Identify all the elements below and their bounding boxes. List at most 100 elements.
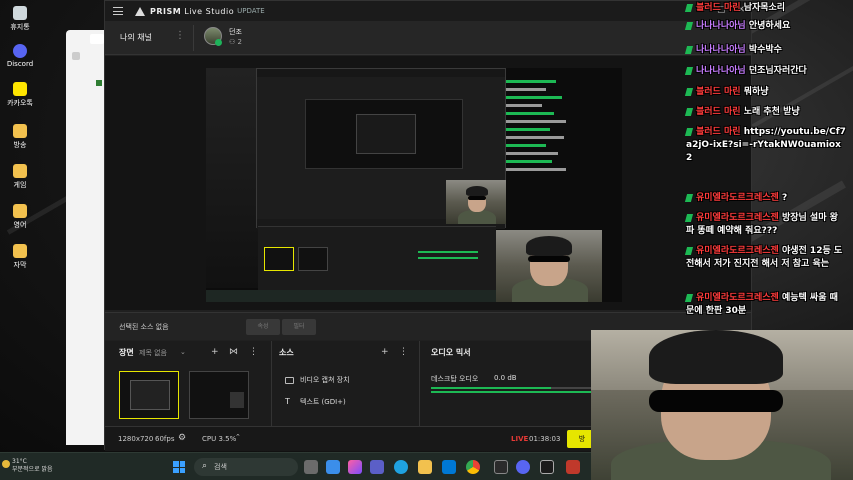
platform-badge-icon xyxy=(215,39,222,46)
chrome-icon[interactable] xyxy=(466,460,480,474)
title-bar: PRISM Live Studio UPDATE — ▢ ✕ xyxy=(105,1,751,21)
chat-message: 블러드 마린 뭐하냥 xyxy=(684,86,846,99)
chat-message: 블러드 마린 남자목소리 xyxy=(684,2,846,15)
chat-message: 유미엘라도르크레스젠 방장님 설마 왕파 똥떼 예약해 줘요??? xyxy=(684,212,846,238)
filters-button[interactable]: 필터 xyxy=(282,319,316,335)
desktop-icon-kakaotalk[interactable]: 카카오톡 xyxy=(4,82,36,108)
captured-taskbar xyxy=(206,290,496,302)
browser-tab[interactable] xyxy=(90,34,104,44)
chat-nick: 나나나나아님 xyxy=(696,66,746,76)
chat-text: 노래 추천 받냥 xyxy=(743,107,800,117)
windows-start-icon[interactable] xyxy=(173,461,185,473)
desktop-icon-subtitle-folder[interactable]: 자막 xyxy=(4,244,36,270)
widgets-icon[interactable] xyxy=(326,460,340,474)
chat-message: 유미엘라도르크레스젠 예능텍 싸움 때문에 한판 30분 xyxy=(684,292,846,318)
desktop-icon-recycle-bin[interactable]: 휴지통 xyxy=(4,6,36,32)
chat-overlay: 블러드 마린 남자목소리 나나나나아님 안녕하세요 나나나나아님 박수박수 나나… xyxy=(682,0,853,340)
preview-canvas[interactable] xyxy=(206,68,622,302)
chevron-up-icon[interactable]: ⌃ xyxy=(235,433,241,441)
chat-message: 블러드 마린 노래 추천 받냥 xyxy=(684,106,846,119)
scene-transition-icon[interactable]: ⋈ xyxy=(229,347,238,357)
mixer-channel-level: 0.0 dB xyxy=(494,374,517,382)
captured-inner-preview xyxy=(356,114,416,154)
desktop-icon-english-folder[interactable]: 영어 xyxy=(4,204,36,230)
settings-gear-icon[interactable]: ⚙ xyxy=(178,433,186,443)
scene-thumbnail[interactable] xyxy=(119,371,179,419)
chat-nick: 유미엘라도르크레스젠 xyxy=(696,293,779,303)
chat-badge-icon xyxy=(684,107,694,116)
captured-chat xyxy=(506,74,576,214)
webcam-overlay xyxy=(591,330,853,480)
source-more-icon[interactable]: ⋮ xyxy=(399,347,408,357)
hamburger-menu-icon[interactable] xyxy=(113,7,123,15)
person-hair xyxy=(649,330,783,384)
channel-more-icon[interactable]: ⋮ xyxy=(175,30,185,41)
scene-collection-name[interactable]: 제목 없음 xyxy=(139,348,167,358)
chat-message: 나나나나아님 안녕하세요 xyxy=(684,20,846,33)
source-item[interactable]: 비디오 캡쳐 장치 xyxy=(285,375,350,385)
chat-badge-icon xyxy=(684,193,694,202)
chat-badge-icon xyxy=(684,213,694,222)
chat-message: 유미엘라도르크레스젠 ? xyxy=(684,192,846,205)
chat-nick: 나나나나아님 xyxy=(696,45,746,55)
chat-message: 블러드 마린 https://youtu.be/Cf7a2jO-ixE?si=-… xyxy=(684,126,846,165)
discord-icon[interactable] xyxy=(516,460,530,474)
mail-icon[interactable] xyxy=(442,460,456,474)
properties-button[interactable]: 속성 xyxy=(246,319,280,335)
preview-area xyxy=(105,56,751,310)
scene-thumbnail[interactable] xyxy=(189,371,249,419)
add-source-button[interactable]: + xyxy=(381,347,389,357)
video-capture-icon xyxy=(285,376,294,384)
chat-message: 유미엘라도르크레스젠 야생전 12등 도전해서 저가 진지전 해서 저 참고 육… xyxy=(684,245,846,271)
update-label[interactable]: UPDATE xyxy=(237,7,265,15)
chat-message: 나나나나아님 던조님자러간다 xyxy=(684,65,846,78)
chat-text: 박수박수 xyxy=(748,45,782,55)
my-channel-label[interactable]: 나의 채널 xyxy=(120,32,152,43)
chat-nick: 블러드 마린 xyxy=(696,107,741,117)
fps-label: 60fps xyxy=(155,435,175,443)
teams-icon[interactable] xyxy=(370,460,384,474)
scene-more-icon[interactable]: ⋮ xyxy=(249,347,258,357)
weather-temp: 31°C xyxy=(12,458,27,465)
chat-nick: 블러드 마린 xyxy=(696,87,741,97)
audio-meter xyxy=(431,387,551,389)
channel-bar: 나의 채널 ⋮ 던조 ⚇ 2 xyxy=(105,21,751,55)
app-taskbar-icon[interactable] xyxy=(566,460,580,474)
captured-bottom-panels xyxy=(258,226,496,290)
file-explorer-icon[interactable] xyxy=(418,460,432,474)
desktop-icon-broadcast-folder[interactable]: 방송 xyxy=(4,124,36,150)
chat-badge-icon xyxy=(684,127,694,136)
viewer-count-value: 2 xyxy=(237,38,242,46)
captured-title-bar xyxy=(257,69,505,77)
browser-bookmark-icon[interactable] xyxy=(96,80,102,86)
terminal-icon[interactable] xyxy=(494,460,508,474)
browser-nav-icon[interactable] xyxy=(72,52,80,60)
cpu-usage: CPU 3.5% xyxy=(202,435,237,443)
resolution-label: 1280x720 xyxy=(118,435,154,443)
panel-divider xyxy=(419,341,420,426)
taskbar-search[interactable]: ⌕ 검색 xyxy=(194,458,298,476)
copilot-icon[interactable] xyxy=(348,460,362,474)
volume-slider[interactable] xyxy=(431,391,591,393)
edge-icon[interactable] xyxy=(394,460,408,474)
captured-desktop-strip xyxy=(206,68,258,288)
mixer-channel-name: 데스크탑 오디오 xyxy=(431,375,479,383)
chat-badge-icon xyxy=(684,87,694,96)
chat-nick: 유미엘라도르크레스젠 xyxy=(696,193,779,203)
prism-taskbar-icon[interactable] xyxy=(540,460,554,474)
weather-desc: 부분적으로 맑음 xyxy=(12,466,53,473)
add-scene-button[interactable]: + xyxy=(211,347,219,357)
sunglasses xyxy=(649,390,783,412)
desktop-icon-game-folder[interactable]: 게임 xyxy=(4,164,36,190)
scene-collection-dropdown-icon[interactable]: ⌄ xyxy=(180,348,186,356)
sources-title: 소스 xyxy=(279,348,294,357)
source-item[interactable]: T 텍스트 (GDI+) xyxy=(285,397,346,407)
chat-text: 남자목소리 xyxy=(743,3,786,13)
desktop-icon-discord[interactable]: Discord xyxy=(4,44,36,68)
viewer-count: ⚇ 2 xyxy=(229,38,242,46)
weather-widget[interactable]: 31°C 부분적으로 맑음 xyxy=(12,458,53,474)
source-item-label: 텍스트 (GDI+) xyxy=(300,398,346,406)
browser-window[interactable] xyxy=(66,30,106,445)
channel-user-name: 던조 xyxy=(229,28,242,36)
task-view-icon[interactable] xyxy=(304,460,318,474)
